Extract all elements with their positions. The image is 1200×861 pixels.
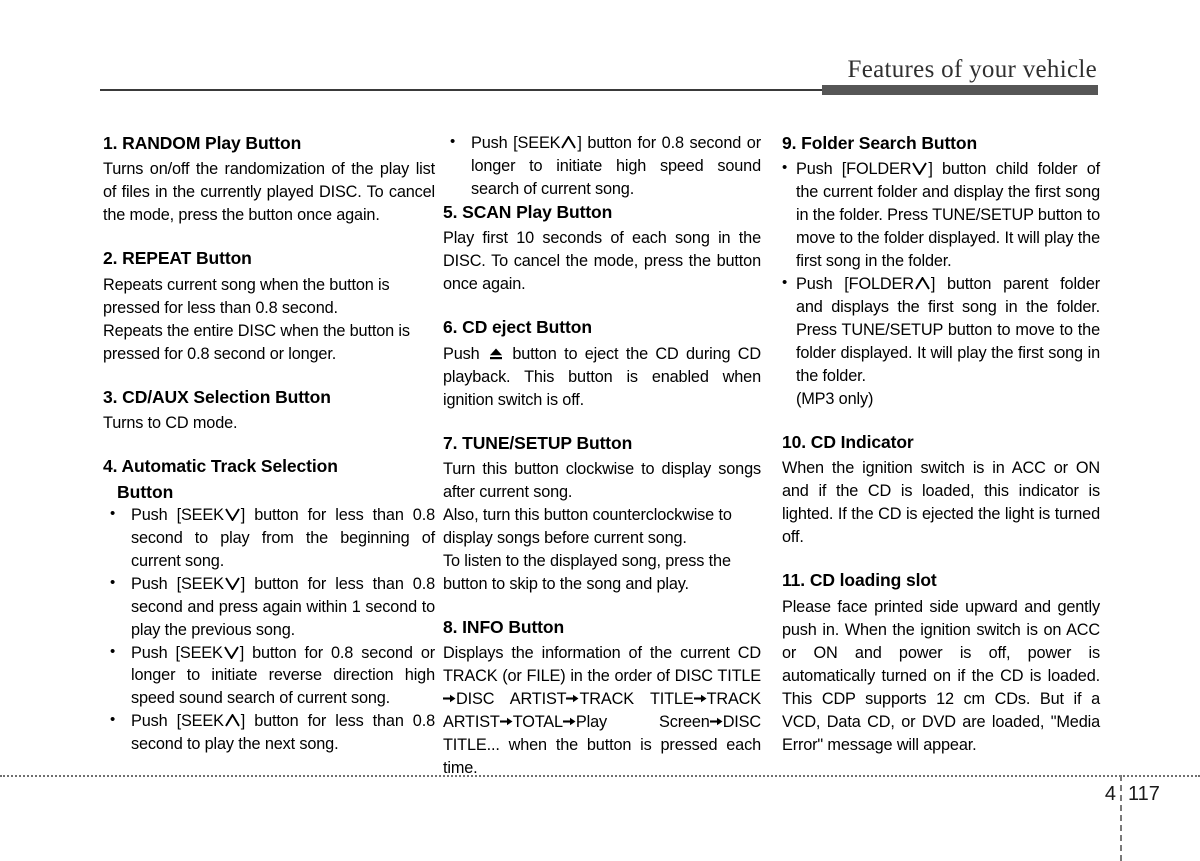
section-title: 11. CD loading slot bbox=[782, 570, 937, 591]
right-arrow-icon bbox=[443, 693, 456, 704]
bullet-list: Push [FOLDER] button child folder of the… bbox=[782, 157, 1100, 388]
right-arrow-icon bbox=[709, 716, 723, 727]
list-item: Push [SEEK] button for less than 0.8 sec… bbox=[103, 709, 435, 756]
section-title: 3. CD/AUX Selection Button bbox=[103, 386, 331, 407]
section-paragraph: Play first 10 seconds of each song in th… bbox=[443, 229, 761, 294]
section-paragraph: Repeats the entire DISC when the button … bbox=[103, 321, 410, 363]
section-paragraph: Repeats current song when the button is … bbox=[103, 275, 390, 317]
page-title: Features of your vehicle bbox=[847, 56, 1097, 83]
list-item: Push [FOLDER] button parent folder and d… bbox=[782, 272, 1100, 388]
section-repeat-button: 2. REPEAT Button Repeats current song wh… bbox=[103, 247, 435, 365]
section-automatic-track-selection-button: 4. Automatic Track Selection Button Push… bbox=[103, 455, 435, 756]
bullet-text-pre: Push [SEEK bbox=[131, 505, 224, 524]
bullet-text-pre: Push [SEEK bbox=[131, 643, 223, 662]
section-cd-eject-button: 6. CD eject Button Push button to eject … bbox=[443, 316, 761, 411]
section-paragraph: Also, turn this button counterclockwise … bbox=[443, 505, 732, 547]
bullet-text-pre: Push [FOLDER bbox=[796, 160, 912, 179]
list-item: Push [SEEK] button for 0.8 second or lon… bbox=[103, 641, 435, 711]
info-text-6: Play Screen bbox=[575, 713, 710, 731]
section-folder-search-button: 9. Folder Search Button Push [FOLDER] bu… bbox=[782, 132, 1100, 411]
list-item: Push [SEEK] button for 0.8 second or lon… bbox=[443, 131, 761, 201]
section-paragraph: When the ignition switch is in ACC or ON… bbox=[782, 459, 1100, 547]
info-text-3: TRACK TITLE bbox=[579, 690, 694, 709]
column-2: Push [SEEK] button for 0.8 second or lon… bbox=[443, 131, 761, 780]
info-text-1: Displays the information of the current … bbox=[443, 644, 761, 686]
chevron-up-icon bbox=[561, 136, 577, 149]
chevron-up-icon bbox=[224, 714, 240, 727]
section-cd-indicator: 10. CD Indicator When the ignition switc… bbox=[782, 431, 1100, 549]
column-3: 9. Folder Search Button Push [FOLDER] bu… bbox=[782, 132, 1100, 756]
page-header: Features of your vehicle bbox=[0, 0, 1200, 100]
section-scan-play-button: 5. SCAN Play Button Play first 10 second… bbox=[443, 201, 761, 296]
section-paragraph: Turns to CD mode. bbox=[103, 413, 238, 432]
section-title: 1. RANDOM Play Button bbox=[103, 133, 302, 153]
section-title: 10. CD Indicator bbox=[782, 432, 914, 453]
chapter-number: 4 bbox=[1104, 783, 1116, 805]
chevron-down-icon bbox=[223, 646, 239, 659]
section-title: 4. Automatic Track Selection bbox=[103, 455, 338, 476]
right-arrow-icon bbox=[693, 693, 707, 704]
chevron-down-icon bbox=[912, 162, 928, 176]
page-number: 117 bbox=[1128, 783, 1160, 805]
section-paragraph: Please face printed side upward and gent… bbox=[782, 597, 1100, 754]
info-text-2: DISC ARTIST bbox=[456, 690, 567, 709]
section-note: (MP3 only) bbox=[796, 390, 874, 409]
chevron-up-icon bbox=[914, 277, 930, 290]
section-paragraph: To listen to the displayed song, press t… bbox=[443, 551, 731, 593]
bullet-list-continued: Push [SEEK] button for 0.8 second or lon… bbox=[443, 131, 761, 201]
bullet-text-pre: Push [SEEK bbox=[131, 574, 224, 593]
bullet-text-pre: Push [SEEK bbox=[131, 712, 224, 731]
section-title-continuation: Button bbox=[117, 482, 174, 503]
list-item: Push [SEEK] button for less than 0.8 sec… bbox=[103, 503, 435, 573]
section-title: 6. CD eject Button bbox=[443, 317, 592, 338]
list-item: Push [SEEK] button for less than 0.8 sec… bbox=[103, 572, 435, 642]
section-tune-setup-button: 7. TUNE/SETUP Button Turn this button cl… bbox=[443, 432, 761, 596]
bullet-list: Push [SEEK] button for less than 0.8 sec… bbox=[103, 503, 435, 757]
footer-divider bbox=[0, 775, 1200, 777]
column-1: 1. RANDOM Play Button Turns on/off the r… bbox=[103, 132, 435, 756]
section-paragraph: Displays the information of the current … bbox=[443, 642, 761, 780]
section-title: 5. SCAN Play Button bbox=[443, 201, 613, 222]
section-cd-loading-slot: 11. CD loading slot Please face printed … bbox=[782, 569, 1100, 756]
page-footer: 4 117 bbox=[0, 775, 1200, 861]
chevron-down-icon bbox=[224, 577, 240, 590]
list-item: Push [FOLDER] button child folder of the… bbox=[782, 157, 1100, 273]
section-paragraph: Turns on/off the randomization of the pl… bbox=[103, 160, 435, 225]
eject-text-pre: Push bbox=[443, 344, 480, 363]
section-title: 9. Folder Search Button bbox=[782, 133, 978, 153]
right-arrow-icon bbox=[562, 716, 576, 727]
section-random-play-button: 1. RANDOM Play Button Turns on/off the r… bbox=[103, 132, 435, 227]
section-title: 2. REPEAT Button bbox=[103, 248, 252, 269]
chevron-down-icon bbox=[224, 508, 240, 521]
header-rule-thick bbox=[822, 85, 1098, 95]
section-paragraph: Turn this button clockwise to display so… bbox=[443, 459, 761, 501]
section-paragraph: Push button to eject the CD during CD pl… bbox=[443, 343, 761, 412]
right-arrow-icon bbox=[499, 716, 513, 727]
info-text-5: TOTAL bbox=[512, 713, 563, 731]
right-arrow-icon bbox=[566, 693, 579, 704]
section-title: 7. TUNE/SETUP Button bbox=[443, 432, 633, 453]
bullet-text-pre: Push [FOLDER bbox=[796, 275, 914, 294]
bullet-text-pre: Push [SEEK bbox=[471, 134, 561, 152]
footer-vertical-divider bbox=[1120, 775, 1122, 861]
section-info-button: 8. INFO Button Displays the information … bbox=[443, 616, 761, 780]
header-rule-thin bbox=[100, 89, 824, 91]
eject-icon bbox=[489, 347, 503, 361]
section-cd-aux-selection-button: 3. CD/AUX Selection Button Turns to CD m… bbox=[103, 386, 435, 435]
section-title: 8. INFO Button bbox=[443, 616, 565, 637]
